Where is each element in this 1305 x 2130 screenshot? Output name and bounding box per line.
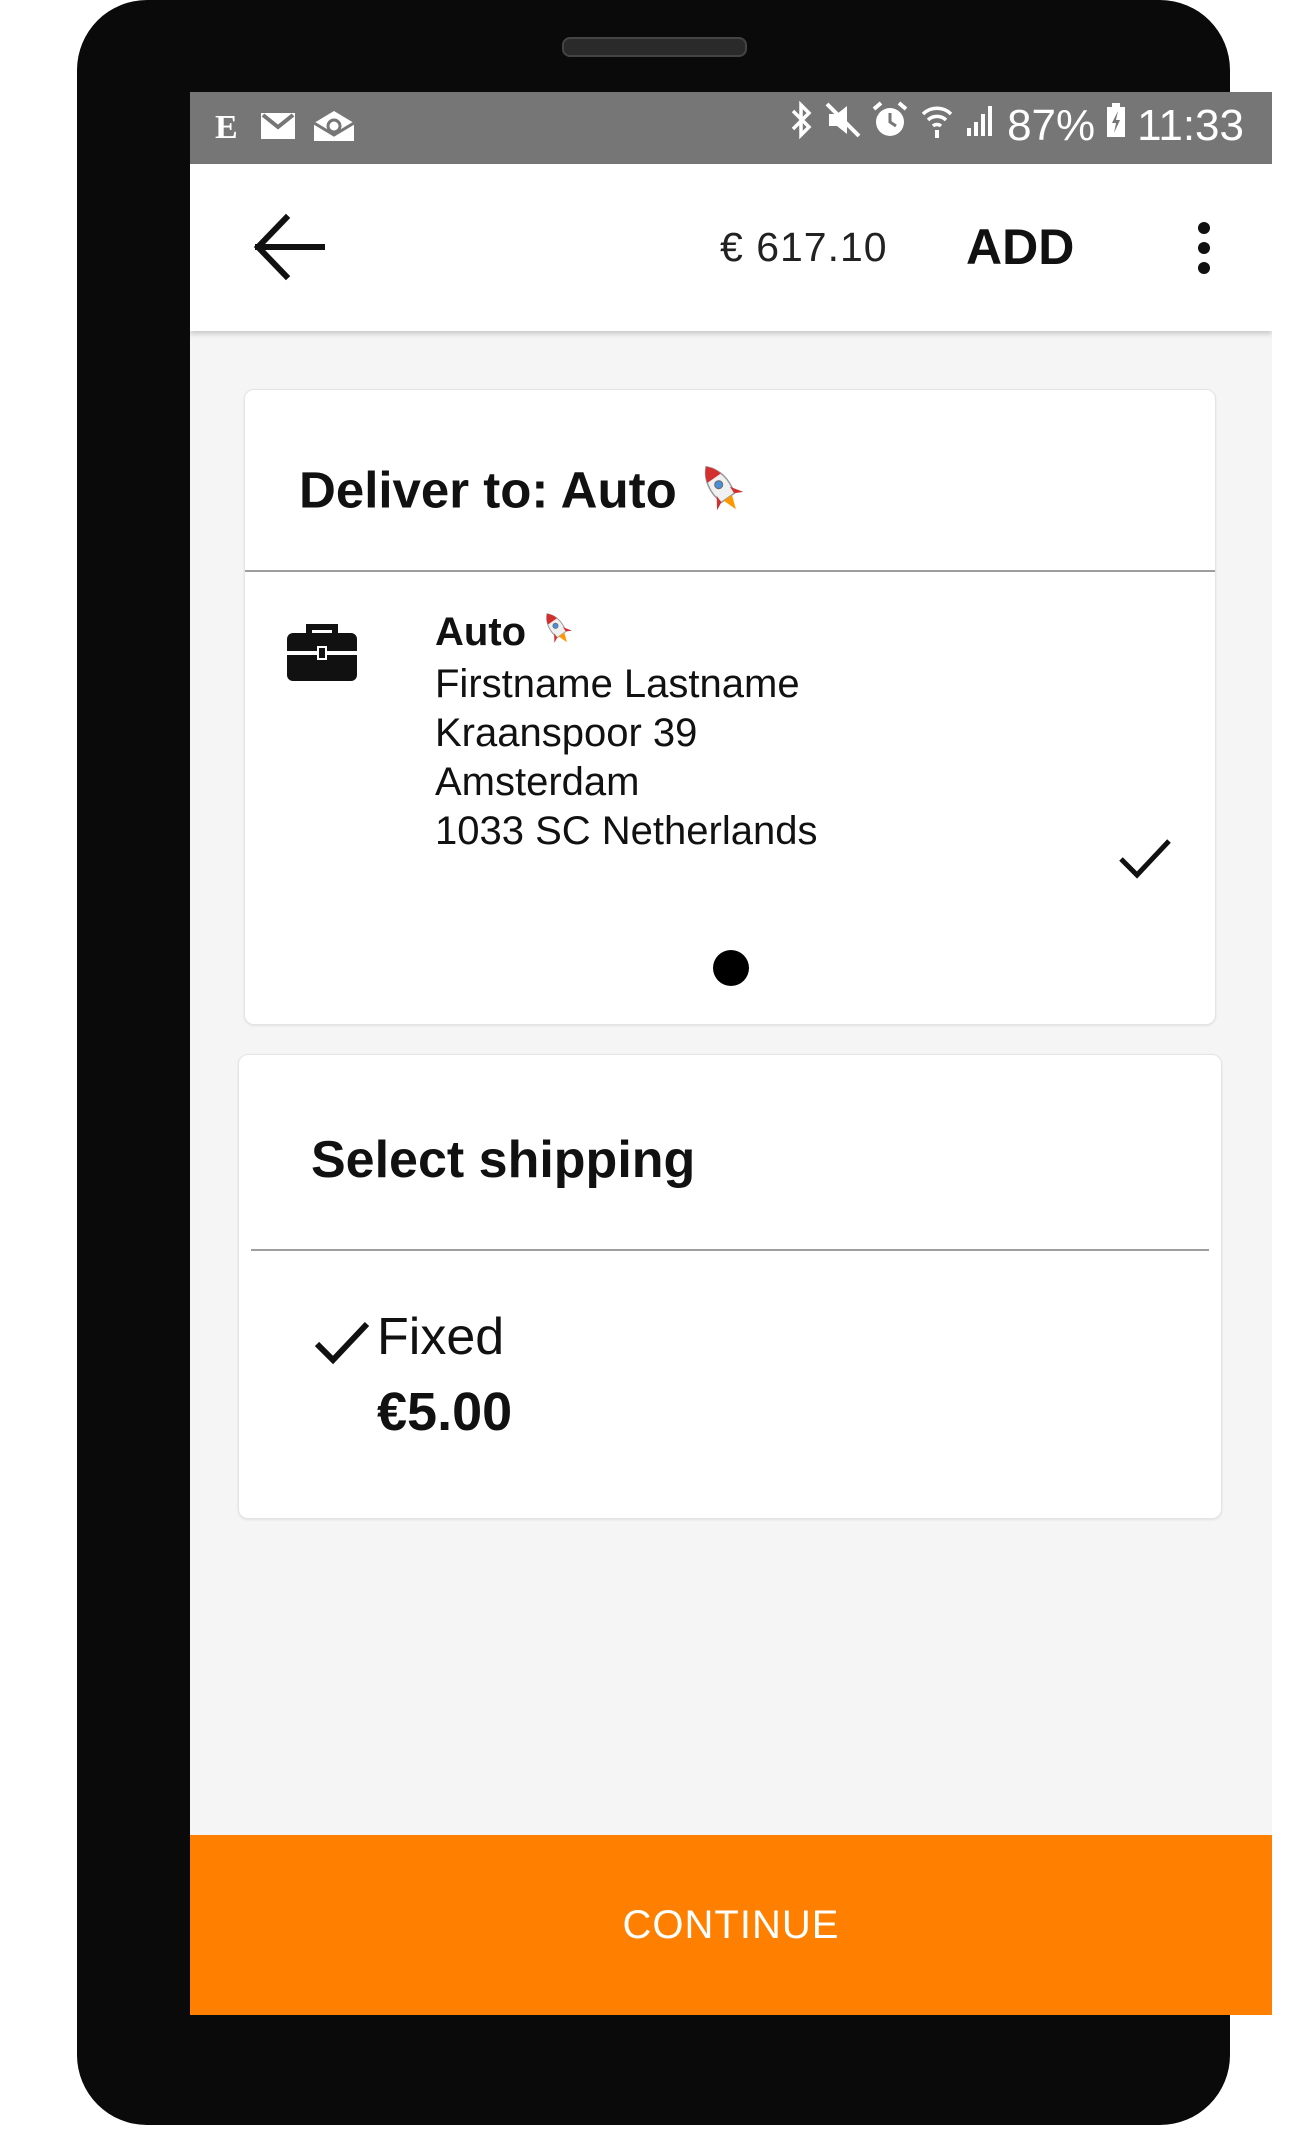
delivery-title-text: Deliver to: Auto: [299, 461, 677, 519]
shipping-option-label[interactable]: Fixed: [377, 1307, 504, 1367]
svg-text:E: E: [215, 109, 238, 143]
system-icons: 87% 11:33: [789, 100, 1244, 151]
shipping-title: Select shipping: [311, 1131, 696, 1189]
delivery-card: Deliver to: Auto Auto Firstname Lastname: [244, 389, 1216, 1025]
rocket-icon: [691, 458, 751, 530]
arrow-left-icon[interactable]: [250, 212, 330, 282]
gmail-icon: [260, 106, 296, 146]
delivery-card-header: Deliver to: Auto: [245, 390, 1215, 572]
address-street: Kraanspoor 39: [435, 711, 698, 756]
e-app-icon: E: [214, 106, 244, 146]
continue-label: CONTINUE: [622, 1902, 840, 1947]
address-postal-country: 1033 SC Netherlands: [435, 809, 818, 854]
battery-icon: [1105, 100, 1127, 151]
address-block[interactable]: Auto Firstname Lastname Kraanspoor 39 Am…: [435, 608, 817, 856]
rocket-icon: [537, 608, 577, 660]
cart-total: € 617.10: [720, 224, 888, 270]
shipping-card: Select shipping Fixed €5.00: [238, 1054, 1222, 1519]
app-bar: € 617.10 ADD: [190, 164, 1272, 331]
bluetooth-icon: [789, 100, 815, 151]
add-button[interactable]: ADD: [966, 218, 1074, 276]
briefcase-icon: [285, 623, 359, 683]
shipping-card-header: Select shipping: [251, 1055, 1209, 1251]
battery-percent: 87%: [1007, 100, 1096, 150]
signal-icon: [965, 100, 997, 151]
address-city: Amsterdam: [435, 760, 640, 805]
phone-frame: E 87% 11:33 € 617.10 ADD Deliver to: Aut…: [77, 0, 1272, 2125]
address-name: Auto: [435, 610, 527, 654]
shipping-option-price: €5.00: [377, 1382, 513, 1442]
check-icon[interactable]: [313, 1318, 371, 1368]
phone-speaker: [562, 37, 747, 57]
continue-button[interactable]: CONTINUE: [190, 1835, 1272, 2015]
delivery-title: Deliver to: Auto: [299, 458, 751, 530]
check-icon: [1117, 835, 1173, 883]
mail-icon: [312, 106, 356, 146]
alarm-icon: [871, 100, 909, 151]
screen: E 87% 11:33 € 617.10 ADD Deliver to: Aut…: [190, 92, 1272, 2015]
pager-dot: [713, 950, 749, 986]
wifi-icon: [919, 100, 955, 151]
more-vert-icon[interactable]: [1194, 218, 1214, 278]
mute-icon: [825, 100, 861, 151]
address-person: Firstname Lastname: [435, 662, 800, 707]
address-name-line: Auto: [435, 608, 817, 660]
status-bar: E 87% 11:33: [190, 92, 1272, 164]
notification-icons: E: [214, 106, 356, 146]
clock: 11:33: [1137, 100, 1244, 150]
